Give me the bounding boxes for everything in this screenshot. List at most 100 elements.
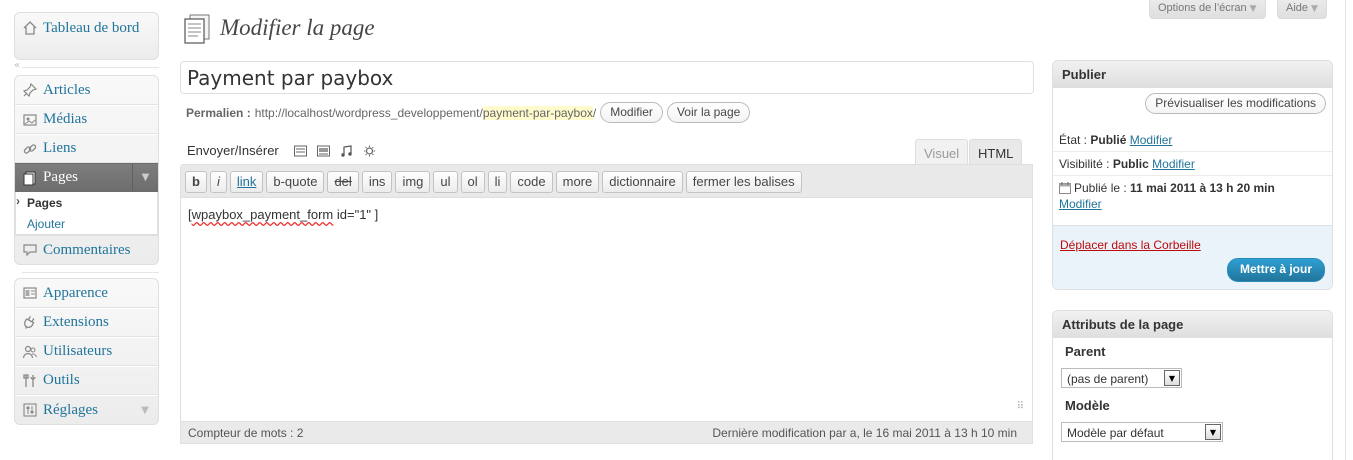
- visibility-row: Visibilité : Public Modifier: [1059, 157, 1332, 171]
- divider: [1053, 175, 1332, 176]
- link-chain-icon: [21, 140, 39, 158]
- pages-submenu: Pages Ajouter: [15, 192, 158, 235]
- move-to-trash-link[interactable]: Déplacer dans la Corbeille: [1060, 238, 1201, 252]
- content-shortcode-name: wpaybox_payment_form: [191, 207, 334, 222]
- menu-separator: [14, 266, 159, 276]
- quicktag-blockquote-button[interactable]: b-quote: [266, 171, 325, 193]
- sidebar-item-label: Commentaires: [43, 241, 131, 258]
- view-page-button[interactable]: Voir la page: [666, 102, 751, 123]
- preview-changes-button[interactable]: Prévisualiser les modifications: [1145, 93, 1326, 114]
- sidebar-item-label: Utilisateurs: [43, 343, 113, 359]
- sidebar-item-commentaires[interactable]: Commentaires: [15, 235, 158, 264]
- visibility-label: Visibilité :: [1059, 157, 1110, 171]
- sidebar-item-label: Pages: [43, 169, 78, 185]
- collapse-arrows-icon[interactable]: «: [14, 60, 23, 71]
- status-label: État :: [1059, 133, 1088, 147]
- menu-toggle-arrow-icon[interactable]: ▼: [132, 164, 158, 191]
- sidebar-item-dashboard[interactable]: Tableau de bord: [15, 13, 158, 59]
- comment-bubble-icon: [21, 241, 39, 259]
- window-edge: [1345, 0, 1353, 460]
- major-publishing-actions: Déplacer dans la Corbeille Mettre à jour: [1053, 225, 1332, 289]
- media-icon: [21, 111, 39, 129]
- add-audio-icon[interactable]: [339, 144, 354, 157]
- upload-insert-label: Envoyer/Insérer: [187, 143, 279, 158]
- parent-select[interactable]: (pas de parent) ▼: [1061, 368, 1182, 388]
- sidebar-item-liens[interactable]: Liens: [15, 134, 158, 163]
- sidebar-item-pages[interactable]: Pages ▼: [15, 163, 158, 192]
- home-icon: [21, 19, 39, 37]
- quicktag-link-button[interactable]: link: [229, 171, 264, 193]
- add-video-icon[interactable]: [316, 144, 331, 157]
- quicktag-ul-button[interactable]: ul: [433, 171, 458, 193]
- edit-status-link[interactable]: Modifier: [1130, 133, 1173, 147]
- sidebar-item-label: Extensions: [43, 314, 109, 330]
- quicktag-italic-button[interactable]: i: [209, 171, 227, 193]
- quicktag-more-button[interactable]: more: [555, 171, 600, 193]
- sidebar-item-utilisateurs[interactable]: Utilisateurs: [15, 337, 158, 366]
- submenu-item-pages[interactable]: Pages: [16, 192, 157, 213]
- edit-date-link[interactable]: Modifier: [1059, 198, 1102, 210]
- divider: [1053, 151, 1332, 152]
- help-label: Aide: [1286, 2, 1309, 14]
- menu-separator[interactable]: «: [14, 60, 159, 73]
- quicktag-close-tags-button[interactable]: fermer les balises: [685, 171, 802, 193]
- permalink-label: Permalien :: [186, 105, 251, 120]
- quicktag-ol-button[interactable]: ol: [460, 171, 485, 193]
- update-button[interactable]: Mettre à jour: [1226, 258, 1325, 282]
- dropdown-arrow-icon[interactable]: ▼: [1205, 424, 1221, 440]
- permalink-slug[interactable]: payment-par-paybox: [482, 105, 593, 120]
- sidebar-item-extensions[interactable]: Extensions: [15, 308, 158, 337]
- sidebar-item-apparence[interactable]: Apparence: [15, 279, 158, 308]
- page-attributes-box: Attributs de la page Parent (pas de pare…: [1052, 310, 1333, 460]
- menu-group-content: Articles Médias Liens Pages ▼ Pages Ajou…: [14, 75, 159, 265]
- dropdown-arrow-icon[interactable]: ▼: [1164, 370, 1180, 386]
- edit-visibility-link[interactable]: Modifier: [1152, 157, 1195, 171]
- editor-textarea[interactable]: [wpaybox_payment_form id="1" ] ⠿: [181, 198, 1032, 420]
- parent-selected-value: (pas de parent): [1067, 372, 1149, 386]
- quicktag-ins-button[interactable]: ins: [361, 171, 393, 193]
- html-editor: b i link b-quote del ins img ul ol li co…: [180, 164, 1033, 444]
- tab-visual[interactable]: Visuel: [915, 139, 969, 165]
- sidebar-item-articles[interactable]: Articles: [15, 76, 158, 105]
- last-modified: Dernière modification par a, le 16 mai 2…: [712, 425, 1017, 440]
- quicktags-toolbar: b i link b-quote del ins img ul ol li co…: [181, 165, 1032, 198]
- menu-group-dashboard: Tableau de bord: [14, 12, 159, 60]
- add-image-icon[interactable]: [293, 144, 308, 157]
- permalink-row: Permalien : http://localhost/wordpress_d…: [186, 102, 751, 123]
- parent-label: Parent: [1065, 344, 1106, 359]
- publish-heading[interactable]: Publier: [1053, 61, 1332, 88]
- tools-icon: [21, 372, 39, 390]
- submenu-item-ajouter[interactable]: Ajouter: [16, 213, 157, 234]
- permalink-trailing-slash: /: [592, 105, 597, 120]
- editor-status-bar: Compteur de mots : 2 Dernière modificati…: [181, 421, 1032, 443]
- edit-page-icon: [182, 13, 212, 45]
- quicktag-img-button[interactable]: img: [395, 171, 431, 193]
- tab-html[interactable]: HTML: [969, 139, 1023, 165]
- resize-grip-icon[interactable]: ⠿: [1017, 401, 1024, 412]
- sidebar-item-outils[interactable]: Outils: [15, 366, 158, 395]
- screen-options-tab[interactable]: Options de l’écran ▼: [1149, 0, 1266, 19]
- admin-sidebar: Tableau de bord « Articles Médias Liens: [14, 12, 159, 425]
- quicktag-bold-button[interactable]: b: [185, 171, 207, 193]
- sidebar-item-reglages[interactable]: Réglages ▼: [15, 395, 158, 424]
- pushpin-icon: [21, 81, 39, 99]
- settings-sliders-icon: [21, 401, 39, 419]
- quicktag-code-button[interactable]: code: [510, 171, 553, 193]
- help-tab[interactable]: Aide ▼: [1277, 0, 1327, 19]
- post-title-input[interactable]: [180, 61, 1034, 94]
- quicktag-li-button[interactable]: li: [487, 171, 508, 193]
- appearance-icon: [21, 284, 39, 302]
- template-select[interactable]: Modèle par défaut ▼: [1061, 422, 1223, 442]
- menu-toggle-arrow-icon[interactable]: ▼: [132, 396, 158, 424]
- page-attributes-heading[interactable]: Attributs de la page: [1053, 311, 1332, 338]
- quicktag-del-button[interactable]: del: [327, 171, 359, 193]
- caret-down-icon: ▼: [1311, 4, 1318, 14]
- word-count: Compteur de mots : 2: [188, 425, 304, 440]
- pages-icon: [21, 169, 39, 187]
- edit-permalink-button[interactable]: Modifier: [600, 102, 663, 123]
- add-media-icon[interactable]: [362, 144, 377, 157]
- quicktag-dictionary-button[interactable]: dictionnaire: [602, 171, 683, 193]
- page-title: Modifier la page: [220, 15, 375, 40]
- sidebar-item-medias[interactable]: Médias: [15, 105, 158, 134]
- screen-options-label: Options de l’écran: [1158, 2, 1247, 14]
